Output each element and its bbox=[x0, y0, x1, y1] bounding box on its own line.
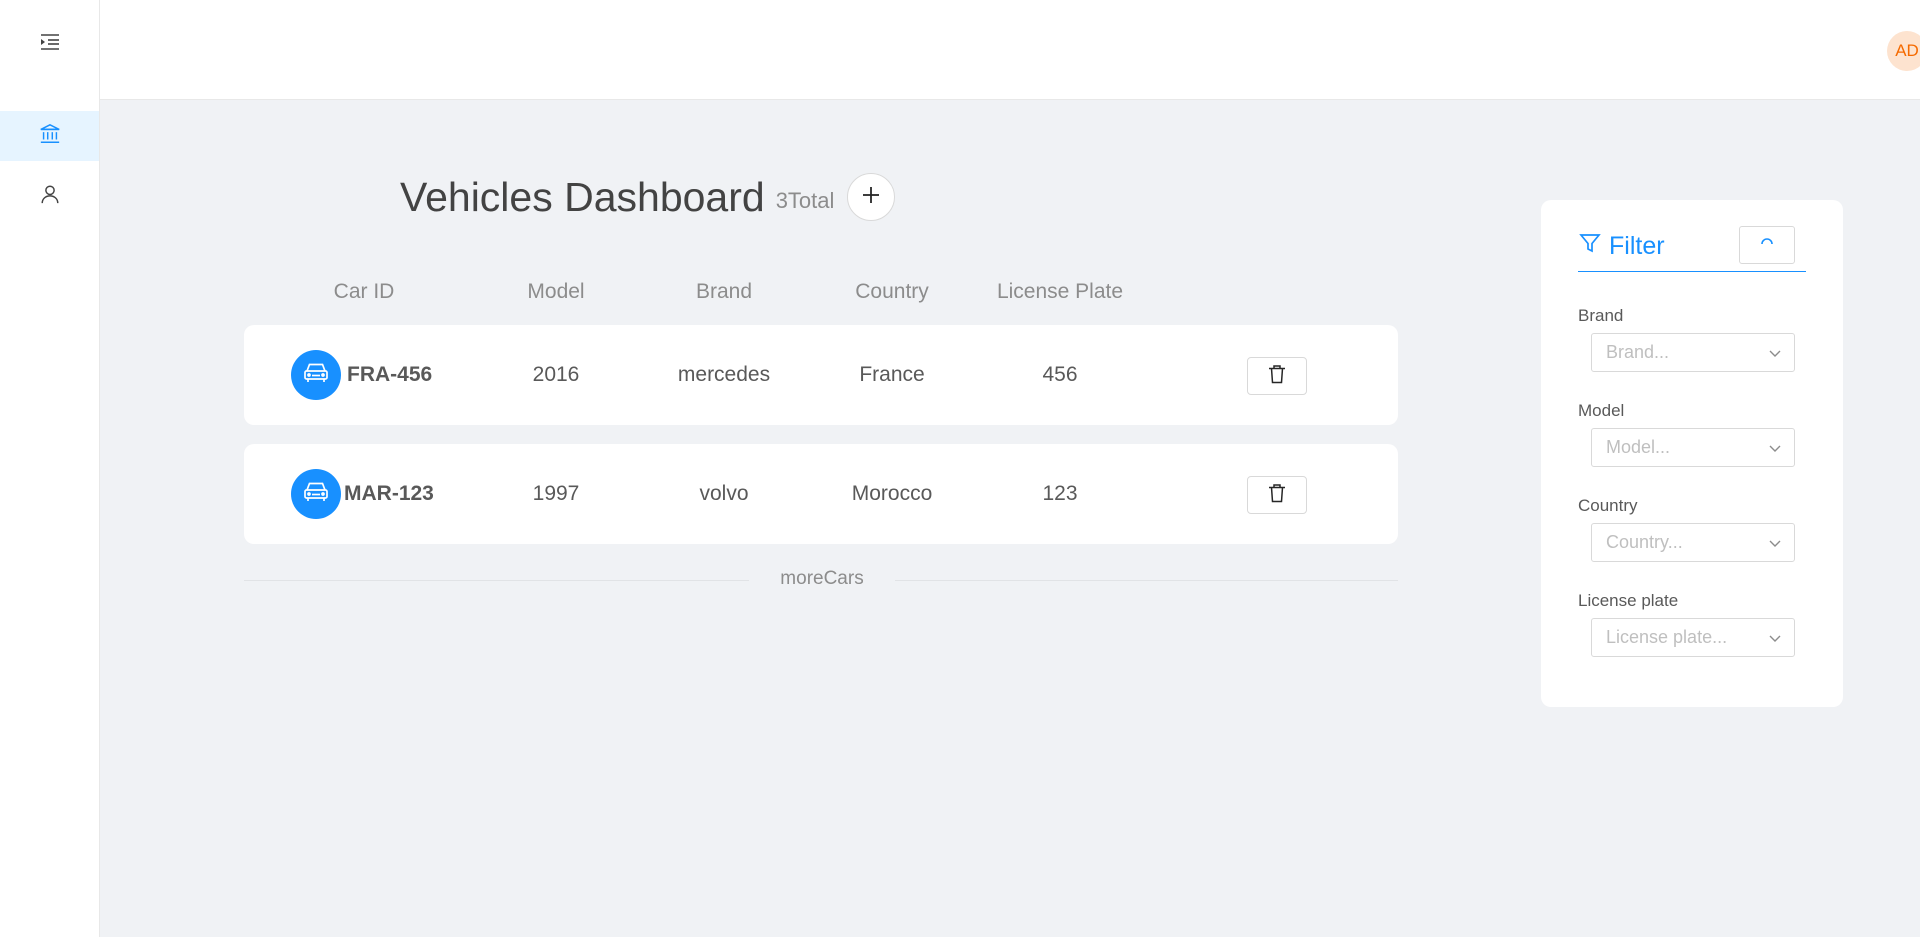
reset-filter-button[interactable] bbox=[1739, 226, 1795, 264]
car-avatar bbox=[291, 469, 341, 519]
model-select-placeholder: Model... bbox=[1606, 437, 1671, 457]
model-filter-label: Model bbox=[1578, 401, 1625, 420]
sidebar-item-dashboard[interactable] bbox=[0, 111, 99, 161]
chevron-down-icon bbox=[1768, 346, 1782, 365]
filter-title: Filter bbox=[1578, 226, 1665, 266]
license-plate-select[interactable]: License plate... bbox=[1591, 618, 1795, 657]
license-plate-filter-label: License plate bbox=[1578, 591, 1679, 610]
column-header-country: Country bbox=[855, 280, 929, 303]
chevron-down-icon bbox=[1768, 536, 1782, 555]
filter-panel: Filter Brand Brand... Model Model... Cou… bbox=[1541, 200, 1843, 707]
car-country: Morocco bbox=[851, 482, 933, 505]
total-count: 3Total bbox=[775, 188, 835, 213]
country-select[interactable]: Country... bbox=[1591, 523, 1795, 562]
more-cars-link[interactable]: moreCars bbox=[749, 568, 895, 590]
column-header-model: Model bbox=[527, 280, 585, 303]
car-license-plate: 123 bbox=[1042, 482, 1078, 505]
chevron-down-icon bbox=[1768, 631, 1782, 650]
avatar[interactable]: AD bbox=[1887, 31, 1920, 71]
column-header-license-plate: License Plate bbox=[996, 280, 1124, 303]
filter-icon bbox=[1578, 231, 1609, 262]
trash-icon bbox=[1268, 364, 1286, 389]
car-id: MAR-123 bbox=[344, 482, 434, 505]
sidebar-item-users[interactable] bbox=[0, 171, 99, 221]
car-model: 2016 bbox=[532, 363, 580, 386]
country-filter-label: Country bbox=[1578, 496, 1638, 515]
model-select[interactable]: Model... bbox=[1591, 428, 1795, 467]
page-title: Vehicles Dashboard bbox=[400, 173, 765, 220]
car-icon bbox=[301, 358, 331, 393]
delete-button[interactable] bbox=[1247, 357, 1307, 395]
car-id: FRA-456 bbox=[347, 363, 433, 386]
trash-icon bbox=[1268, 483, 1286, 508]
filter-header: Filter bbox=[1578, 226, 1806, 272]
chevron-down-icon bbox=[1768, 441, 1782, 460]
license-plate-select-placeholder: License plate... bbox=[1606, 627, 1728, 647]
add-car-button[interactable] bbox=[847, 173, 896, 221]
delete-button[interactable] bbox=[1247, 476, 1307, 514]
car-brand: mercedes bbox=[677, 363, 771, 386]
column-header-car-id: Car ID bbox=[333, 280, 395, 303]
brand-select[interactable]: Brand... bbox=[1591, 333, 1795, 372]
brand-filter-label: Brand bbox=[1578, 306, 1624, 325]
brand-select-placeholder: Brand... bbox=[1606, 342, 1670, 362]
car-avatar bbox=[291, 350, 341, 400]
reload-icon bbox=[1759, 235, 1775, 256]
divider-line bbox=[895, 580, 1398, 581]
more-cars-divider: moreCars bbox=[244, 568, 1398, 592]
top-header: AD bbox=[100, 0, 1920, 100]
table-row[interactable]: MAR-123 1997 volvo Morocco 123 bbox=[244, 444, 1398, 544]
country-select-placeholder: Country... bbox=[1606, 532, 1683, 552]
user-icon bbox=[39, 183, 61, 210]
car-model: 1997 bbox=[532, 482, 580, 505]
filter-title-text: Filter bbox=[1609, 231, 1665, 260]
plus-icon bbox=[861, 185, 881, 210]
column-header-brand: Brand bbox=[695, 280, 753, 303]
divider-line bbox=[244, 580, 749, 581]
table-row[interactable]: FRA-456 2016 mercedes France 456 bbox=[244, 325, 1398, 425]
car-brand: volvo bbox=[699, 482, 749, 505]
bank-icon bbox=[39, 123, 61, 150]
car-country: France bbox=[859, 363, 925, 386]
sidebar bbox=[0, 0, 100, 937]
dashboard-title-row: Vehicles Dashboard 3Total bbox=[400, 172, 896, 222]
car-license-plate: 456 bbox=[1042, 363, 1078, 386]
car-icon bbox=[301, 477, 331, 512]
menu-unfold-icon[interactable] bbox=[38, 30, 62, 54]
